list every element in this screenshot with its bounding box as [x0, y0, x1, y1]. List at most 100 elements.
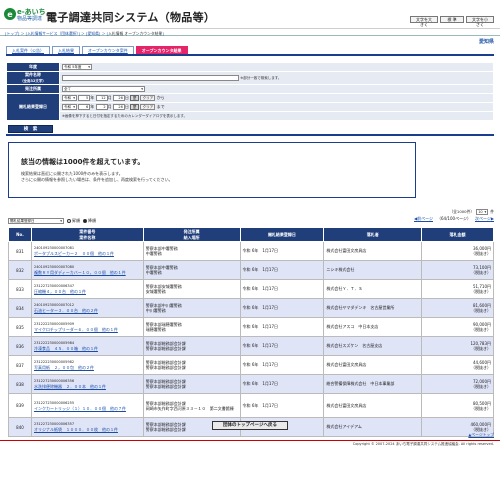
to-day-input[interactable]: 26 — [112, 104, 125, 110]
tax-note: （税抜き） — [471, 346, 491, 351]
org-cell: 警察本部中署警務 中署警務 — [142, 241, 241, 261]
case-name-link[interactable]: オリジナル紙袋 １０００．００枚 他の１件 — [34, 427, 141, 432]
case-name-link[interactable]: 複数ＲＹ用ダディーカバー１０，００個 他の１件 — [34, 270, 141, 275]
case-name-note: ※部分一致で検索します。 — [240, 76, 282, 80]
case-name-link[interactable]: マイクロチップリーダー６．００個 他の１件 — [34, 327, 141, 332]
case-name-link[interactable]: 圧縮機４，００台 他の１件 — [34, 289, 141, 294]
case-cell: 231227230000006356 水洗排便除機器 ２．００本 他の１件 — [30, 374, 144, 394]
per-page-select[interactable]: 10 — [476, 209, 489, 215]
back-to-org-top-button[interactable]: 団体のトップページへ戻る — [212, 421, 288, 430]
next-page-link[interactable]: 次ページ▶ — [475, 216, 494, 222]
prev-page-link[interactable]: ◀前ページ — [414, 216, 433, 222]
search-form: 年度 令和 5年度 案件名称（全角32文字） ※部分一致で検索します。 発注所属… — [6, 62, 494, 121]
from-day-input[interactable]: 26 — [112, 95, 125, 101]
tax-note: （税抜き） — [471, 365, 491, 370]
font-larger-button[interactable]: 文字を大きく — [410, 16, 438, 27]
row-no: 837 — [8, 355, 32, 375]
breadcrumb: [トップ] ＞ [入札情報サービス（団体選択）] ＞ [愛知県] ＞ [入札情報… — [0, 28, 500, 36]
case-name-link[interactable]: 石油ヒーター３．００台 他の２件 — [34, 308, 141, 313]
pager: ◀前ページ （64/100ページ） 次ページ▶ — [414, 216, 494, 222]
from-month-input[interactable]: 12 — [95, 95, 108, 101]
org-cell: 警察本部総務部会計課 警察本部総務部会計課 — [142, 355, 241, 375]
winner-name: 株式会社富田文房具店 — [323, 355, 423, 375]
tab-open-counter-results[interactable]: オープンカウンタ結果 — [135, 46, 188, 54]
to-calendar-icon[interactable]: 歴 — [130, 104, 140, 110]
from-calendar-icon[interactable]: 歴 — [130, 95, 140, 101]
winner-name: 株式会社スズケン 名古屋支店 — [323, 336, 423, 356]
to-era-select[interactable]: 令和 — [62, 104, 77, 110]
prefecture-label: 愛知県 — [478, 39, 494, 45]
row-no: 832 — [8, 260, 32, 280]
case-cell: 240109230000007012 石油ヒーター３．００台 他の２件 — [30, 298, 144, 318]
case-cell: 231222230000005909 マイクロチップリーダー６．００個 他の１件 — [30, 317, 144, 337]
result-date: 令和 6年 1月17日 — [239, 355, 325, 375]
divider — [6, 134, 494, 136]
from-year-input[interactable]: 5 — [78, 95, 91, 101]
delivery-place: 瑞穂署警務 — [145, 327, 166, 332]
tab-bar: 入札案件（公告） 入札結果 オープンカウンタ案件 オープンカウンタ結果 — [6, 46, 188, 54]
breadcrumb-prefecture[interactable]: 愛知県 — [88, 31, 99, 36]
to-year-input[interactable]: 6 — [78, 104, 91, 110]
font-smaller-button[interactable]: 文字を小さく — [466, 16, 494, 27]
results-table: No. 案件番号 案件名称 発注所属 納入場所 開札結果登録日 落札者 落札金額… — [8, 227, 494, 437]
case-name-link[interactable]: 写真用紙 ２，００包 他の２件 — [34, 365, 141, 370]
year-select[interactable]: 令和 5年度 — [62, 64, 92, 70]
svg-text:e: e — [7, 10, 13, 19]
search-button[interactable]: 検 索 — [8, 125, 53, 133]
row-no: 831 — [8, 241, 32, 261]
from-clear-button[interactable]: クリア — [140, 95, 156, 101]
result-count: （全1000件） 10 件 — [449, 209, 494, 215]
font-standard-button[interactable]: 標 準 — [440, 16, 464, 23]
sort-field-select[interactable]: 開札結果登録日 — [8, 217, 64, 224]
sort-desc-radio[interactable]: 降順 — [83, 218, 96, 224]
logo-icon: e — [4, 8, 16, 20]
breadcrumb-org-select[interactable]: 入札情報サービス（団体選択） — [27, 31, 78, 36]
from-label: から — [156, 95, 165, 100]
breadcrumb-top[interactable]: トップ — [6, 31, 17, 36]
result-date: 令和 6年 1月17日 — [239, 279, 325, 299]
winner-name: 株式会社アスコ 中日本支店 — [323, 317, 423, 337]
row-no: 834 — [8, 298, 32, 318]
case-name-link[interactable]: ポータブルスピーカー２ ００個 他の１件 — [34, 251, 141, 256]
delivery-place: 安城署警務 — [145, 289, 166, 294]
from-era-select[interactable]: 令和 — [62, 95, 77, 101]
to-label: まで — [156, 104, 165, 109]
winner-name: 株式会社Ｙ．Ｔ．Ｓ — [323, 279, 423, 299]
org-cell: 警察本部中署警務 中署警務 — [142, 260, 241, 280]
tab-underline — [6, 54, 494, 56]
col-no: No. — [8, 227, 32, 242]
delivery-place: 岡崎市矢作町字西河原３３－１０ 第二文書館棟 — [145, 405, 234, 411]
amount-cell: 44,600円 （税抜き） — [421, 355, 494, 375]
sort-asc-radio[interactable]: 昇順 — [67, 218, 80, 224]
radio-selected-icon — [83, 218, 87, 223]
result-date: 令和 6年 1月17日 — [239, 241, 325, 261]
tab-bid-results[interactable]: 入札結果 — [52, 46, 80, 54]
case-name-link[interactable]: 水洗排便除機器 ２．００本 他の１件 — [34, 384, 141, 389]
table-row: 835 231222230000005909 マイクロチップリーダー６．００個 他の… — [8, 317, 494, 337]
logo-text-bottom: 物品等調達 — [17, 16, 43, 22]
page-info: （64/100ページ） — [437, 216, 471, 221]
case-name-link[interactable]: 冷凍食品 ４５．００箱 他の１件 — [34, 346, 141, 351]
row-no: 835 — [8, 317, 32, 337]
amount-cell: 51,710円 （税抜き） — [421, 279, 494, 299]
org-cell: 警察本部瑞穂署警務 瑞穂署警務 — [142, 317, 241, 337]
case-name-input[interactable] — [62, 75, 239, 81]
delivery-place: 警察本部総務部会計課 — [145, 365, 186, 370]
winner-name: 株式会社ヤマダデンキ 名古屋営業所 — [323, 298, 423, 318]
tab-bid-cases[interactable]: 入札案件（公告） — [6, 46, 50, 54]
case-cell: 231227230000006357 オリジナル紙袋 １０００．００枚 他の１件 — [30, 417, 144, 437]
dept-select[interactable]: 全て — [62, 86, 145, 92]
col-case: 案件番号 案件名称 — [30, 227, 144, 242]
tab-open-counter-cases[interactable]: オープンカウンタ案件 — [82, 46, 134, 54]
org-cell: 警察本部安城署警務 安城署警務 — [142, 279, 241, 299]
case-name-link[interactable]: インクカートリッジ（１）１０．００個 他の７件 — [34, 406, 141, 411]
org-cell: 警察本部中川署警務 中川署警務 — [142, 298, 241, 318]
system-title: 電子調達共同システム（物品等） — [46, 11, 216, 24]
case-cell: 240109230000007081 ポータブルスピーカー２ ００個 他の１件 — [30, 241, 144, 261]
col-date: 開札結果登録日 — [239, 227, 325, 242]
table-row: 832 240109230000007080 複数ＲＹ用ダディーカバー１０，００個 … — [8, 260, 494, 280]
page-top-link[interactable]: ▲ページトップ — [468, 432, 494, 438]
to-clear-button[interactable]: クリア — [140, 104, 156, 110]
delivery-place: 中川署警務 — [145, 308, 166, 313]
to-month-input[interactable]: 2 — [95, 104, 108, 110]
